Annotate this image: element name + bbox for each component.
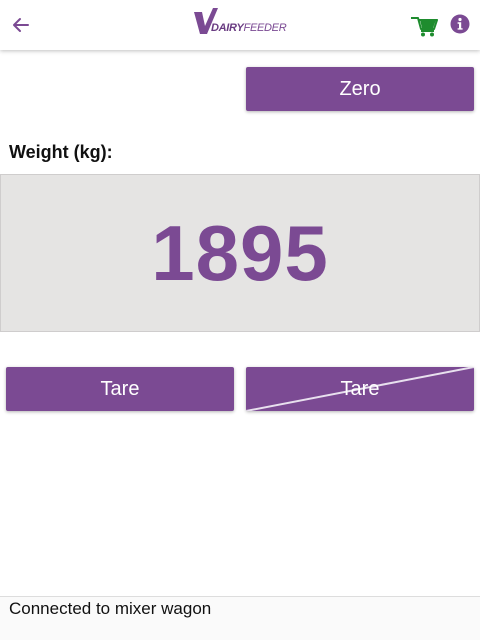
arrow-left-icon [13,18,29,32]
logo-text: DAIRYFEEDER [211,22,287,34]
weight-display: 1895 [0,174,480,332]
info-button[interactable] [450,14,470,34]
mixer-cart-button[interactable] [410,12,438,38]
logo-text-light: FEEDER [243,22,287,34]
back-button[interactable] [8,11,36,39]
dairyfeeder-logo: DAIRYFEEDER [192,8,287,36]
tare-disabled-button-label: Tare [340,378,380,400]
weight-value: 1895 [151,209,329,297]
mixer-cart-icon [411,17,438,37]
weight-label: Weight (kg): [9,142,113,162]
tare-disabled-button[interactable]: Tare [246,367,474,411]
tare-button-label: Tare [100,378,140,400]
logo-text-bold: DAIRY [211,22,244,34]
status-bar: Connected to mixer wagon [0,596,480,640]
zero-button[interactable]: Zero [246,67,474,111]
zero-button-label: Zero [339,78,381,100]
connection-status: Connected to mixer wagon [9,599,212,618]
app-bar: DAIRYFEEDER [0,0,480,50]
tare-button[interactable]: Tare [6,367,234,411]
info-icon [450,14,470,34]
